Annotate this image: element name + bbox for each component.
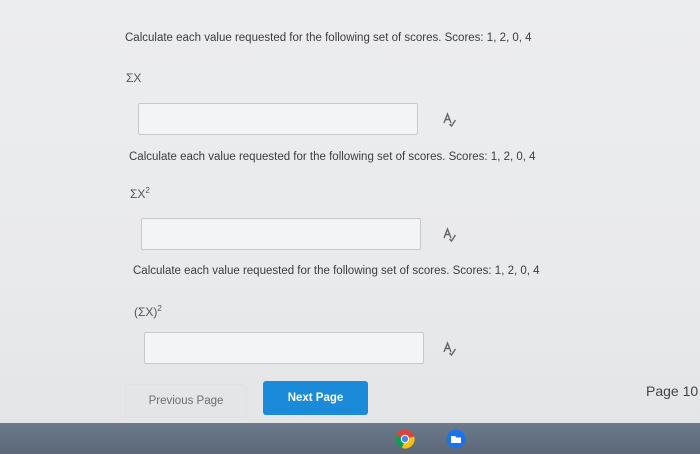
- page-number: Page 10: [646, 383, 699, 399]
- question-1-expression-base: ΣX: [126, 71, 142, 85]
- question-2-expression: ΣX2: [130, 186, 150, 201]
- question-3-prompt: Calculate each value requested for the f…: [133, 265, 540, 277]
- question-3-expression-sup: 2: [157, 304, 162, 313]
- question-2-prompt: Calculate each value requested for the f…: [129, 151, 536, 163]
- spell-check-icon[interactable]: [441, 341, 457, 357]
- question-1-expression: ΣX: [126, 70, 141, 85]
- question-2-expression-base: ΣX: [130, 187, 146, 201]
- question-2-answer-input[interactable]: [141, 218, 421, 250]
- previous-page-button[interactable]: Previous Page: [125, 384, 247, 418]
- question-3-expression: (ΣX)2: [134, 304, 162, 319]
- chrome-icon[interactable]: [395, 429, 415, 449]
- question-1-answer-input[interactable]: [138, 103, 418, 135]
- files-icon[interactable]: [446, 429, 466, 449]
- spell-check-icon[interactable]: [441, 112, 457, 128]
- question-2-expression-sup: 2: [145, 186, 150, 195]
- question-1-prompt: Calculate each value requested for the f…: [125, 32, 532, 44]
- next-page-button[interactable]: Next Page: [263, 381, 368, 415]
- question-3-expression-base: (ΣX): [134, 305, 158, 319]
- spell-check-icon[interactable]: [441, 227, 457, 243]
- question-3-answer-input[interactable]: [144, 332, 424, 364]
- taskbar: [0, 423, 700, 454]
